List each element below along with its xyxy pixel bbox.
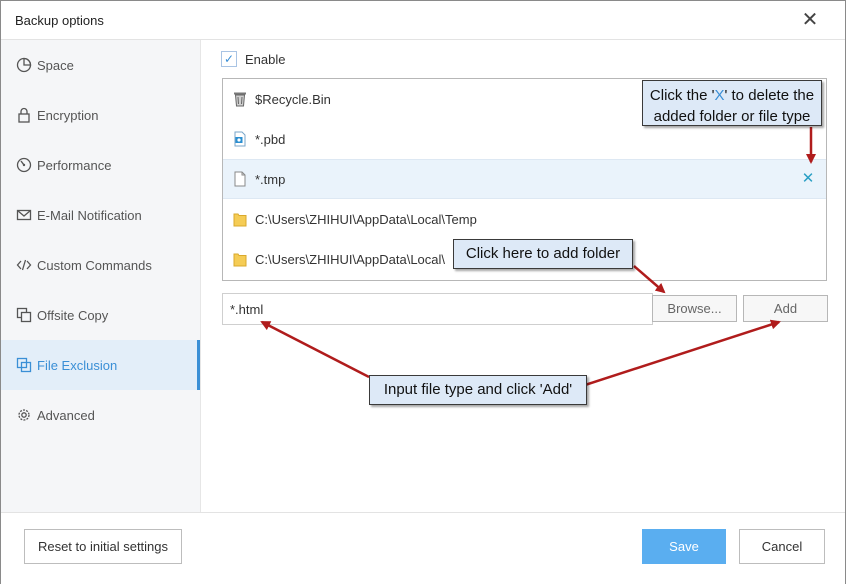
recycle-bin-icon xyxy=(232,91,248,107)
sidebar-item-advanced[interactable]: Advanced xyxy=(1,390,200,440)
gear-icon xyxy=(15,406,33,424)
dialog-footer: Reset to initial settings Save Cancel xyxy=(1,512,845,584)
file-type-input[interactable] xyxy=(222,293,653,325)
delete-callout: Click the 'X' to delete the added folder … xyxy=(642,80,822,126)
gauge-icon xyxy=(15,156,33,174)
add-folder-callout: Click here to add folder xyxy=(453,239,633,269)
pbd-file-icon xyxy=(232,131,248,147)
copy-icon xyxy=(15,306,33,324)
sidebar-item-label: Advanced xyxy=(37,407,95,423)
delete-callout-prefix: Click the ' xyxy=(649,87,715,104)
title-bar: Backup options ✕ xyxy=(1,1,845,40)
dialog-title: Backup options xyxy=(15,13,104,28)
close-icon[interactable]: ✕ xyxy=(801,9,819,31)
enable-checkbox[interactable]: ✓ xyxy=(221,51,237,67)
sidebar-item-space[interactable]: Space xyxy=(1,40,200,90)
lock-icon xyxy=(15,106,33,124)
sidebar-item-label: Encryption xyxy=(37,107,99,123)
sidebar-item-encryption[interactable]: Encryption xyxy=(1,90,200,140)
sidebar-item-offsite-copy[interactable]: Offsite Copy xyxy=(1,290,200,340)
sidebar-item-label: File Exclusion xyxy=(37,357,118,373)
sidebar-item-custom-commands[interactable]: Custom Commands xyxy=(1,240,200,290)
cancel-button[interactable]: Cancel xyxy=(739,529,825,564)
envelope-icon xyxy=(15,206,33,224)
code-icon xyxy=(15,256,33,274)
sidebar-item-label: Custom Commands xyxy=(37,257,152,273)
enable-label: Enable xyxy=(245,52,286,67)
list-item-text: C:\Users\ZHIHUI\AppData\Local\Temp xyxy=(255,211,477,227)
list-item-text: *.pbd xyxy=(255,131,286,147)
reset-button[interactable]: Reset to initial settings xyxy=(24,529,182,564)
folder-icon xyxy=(232,251,248,267)
list-item-text: *.tmp xyxy=(255,171,286,187)
sidebar-item-file-exclusion[interactable]: File Exclusion xyxy=(1,340,200,390)
list-item-text: C:\Users\ZHIHUI\AppData\Local\ xyxy=(255,251,446,267)
folder-icon xyxy=(232,211,248,227)
input-type-callout: Input file type and click 'Add' xyxy=(369,375,587,405)
delete-callout-x: X xyxy=(714,87,725,104)
sidebar-item-label: Performance xyxy=(37,157,112,173)
delete-icon[interactable]: ✕ xyxy=(800,170,816,188)
pie-chart-icon xyxy=(15,56,33,74)
save-button[interactable]: Save xyxy=(642,529,726,564)
active-indicator xyxy=(197,340,200,390)
list-item-selected[interactable]: *.tmp ✕ xyxy=(223,159,826,199)
sidebar: Space Encryption Performance E-Mail Noti… xyxy=(1,40,201,512)
file-icon xyxy=(232,171,248,187)
add-button[interactable]: Add xyxy=(743,295,828,322)
list-item[interactable]: C:\Users\ZHIHUI\AppData\Local\Temp xyxy=(223,199,826,239)
delete-callout-suffix: ' to delete the xyxy=(724,87,815,104)
sidebar-item-email-notification[interactable]: E-Mail Notification xyxy=(1,190,200,240)
sidebar-item-performance[interactable]: Performance xyxy=(1,140,200,190)
sidebar-item-label: Space xyxy=(37,57,74,73)
sidebar-item-label: E-Mail Notification xyxy=(37,207,142,223)
file-exclusion-icon xyxy=(15,356,33,374)
sidebar-item-label: Offsite Copy xyxy=(37,307,109,323)
list-item-text: $Recycle.Bin xyxy=(255,91,331,107)
browse-button[interactable]: Browse... xyxy=(652,295,737,322)
delete-callout-line2: added folder or file type xyxy=(653,108,811,125)
